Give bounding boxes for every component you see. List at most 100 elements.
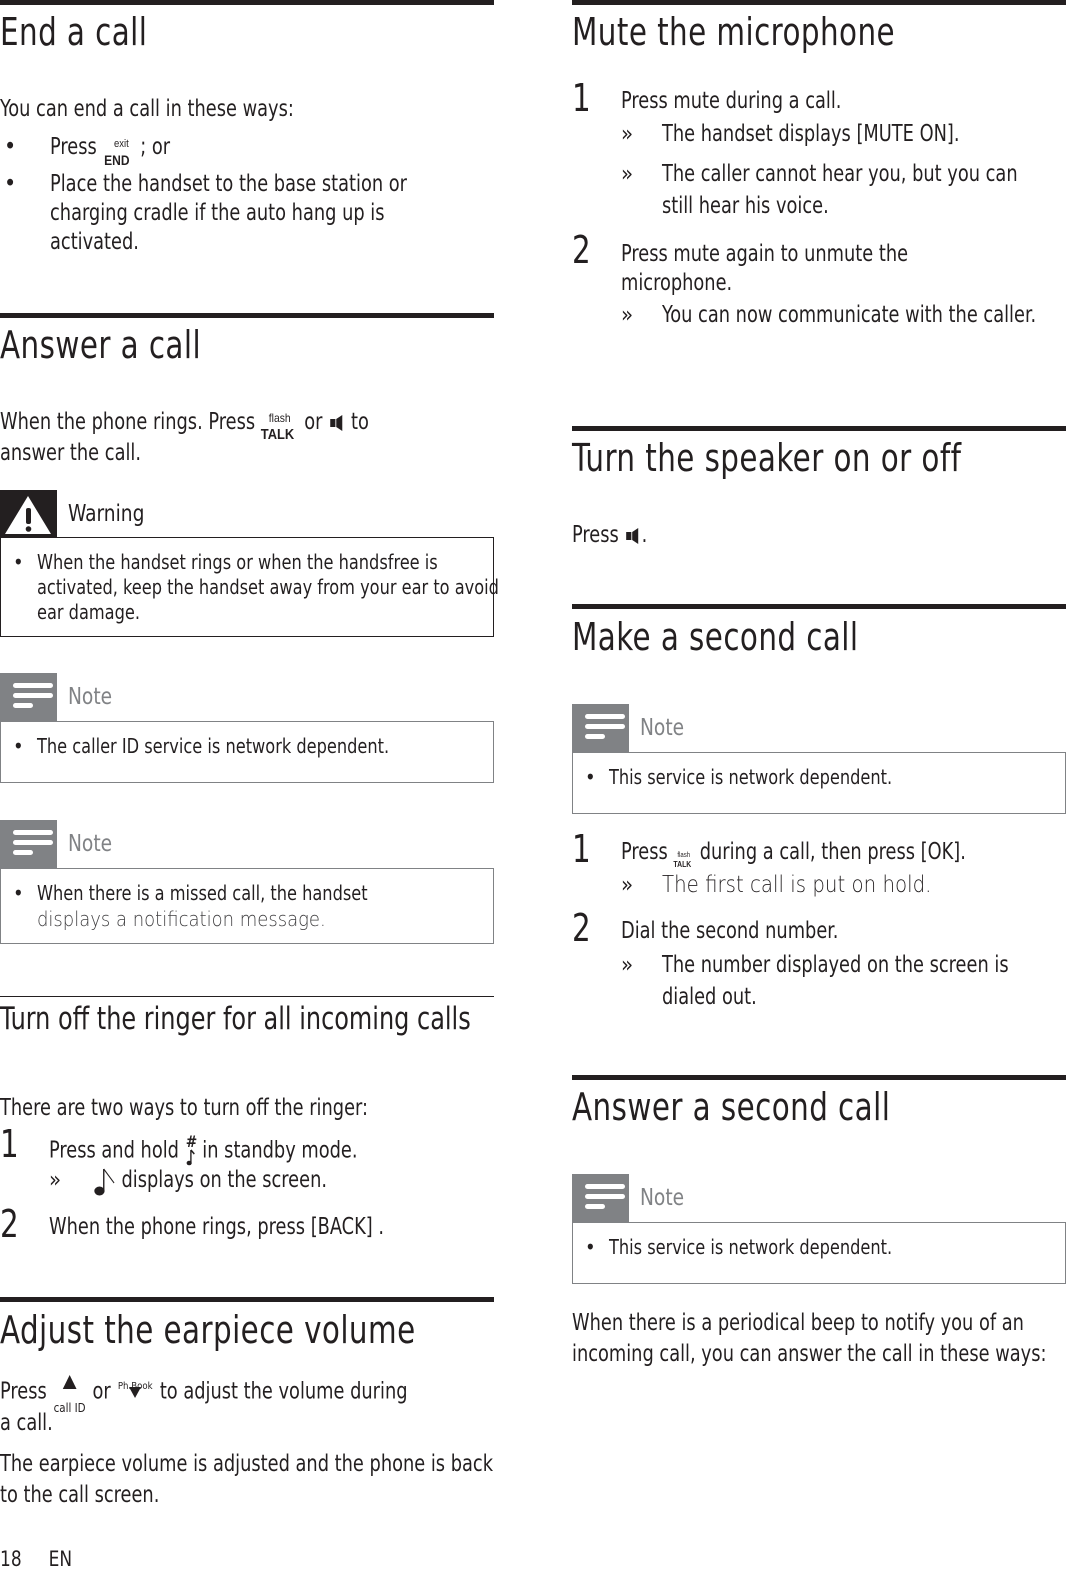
- section-title-speaker: Turn the speaker on or off: [572, 436, 962, 480]
- note-label: Note: [640, 1185, 685, 1211]
- result-marker: »: [621, 873, 634, 898]
- step-result: You can now communicate with the caller.: [662, 302, 1037, 328]
- svg-text:#: #: [185, 1134, 196, 1151]
- step-text: Dial the second number.: [621, 918, 839, 944]
- page-language: EN: [48, 1547, 73, 1571]
- bullet-dot: •: [13, 881, 24, 905]
- step-result: The number displayed on the screen is di…: [662, 952, 1009, 1010]
- text: or: [304, 409, 323, 435]
- section-title-ringer-off: Turn off the ringer for all incoming cal…: [0, 1001, 471, 1037]
- answer-call-text-line2: answer the call.: [0, 440, 142, 466]
- text: Press: [0, 1378, 47, 1405]
- step-result: displays on the screen.: [90, 1164, 494, 1197]
- bullet-dot: •: [585, 1235, 596, 1259]
- section-rule: [572, 604, 1066, 609]
- step-text: Press flash TALK during a call, then pre…: [621, 838, 1068, 869]
- note-text: displays a notification message.: [37, 907, 326, 931]
- bullet-dot: •: [4, 134, 17, 160]
- note-label: Note: [640, 715, 685, 741]
- note-icon: [572, 1174, 629, 1222]
- speaker-icon: [626, 527, 639, 544]
- answer-call-text: When the phone rings. Press flash TALK o…: [0, 407, 495, 443]
- speaker-text: Press .: [572, 520, 1067, 551]
- warning-text: When the handset rings or when the hands…: [37, 550, 499, 624]
- earpiece-volume-text-line2: a call.: [0, 1410, 53, 1436]
- earpiece-volume-text: Press call ID or Ph.Book to adjust the v…: [0, 1375, 495, 1415]
- text: to: [351, 409, 369, 435]
- warning-triangle-icon: [0, 490, 57, 538]
- result-marker: »: [621, 122, 634, 147]
- note-icon: [0, 820, 57, 868]
- text: Press: [572, 522, 619, 548]
- note-label: Note: [68, 831, 113, 857]
- text: in standby mode.: [202, 1137, 358, 1164]
- page-number: 18: [0, 1547, 22, 1571]
- note-box: • The caller ID service is network depen…: [0, 721, 494, 783]
- note-box: • When there is a missed call, the hands…: [0, 868, 494, 944]
- note-text: The caller ID service is network depende…: [37, 734, 390, 758]
- step-number: 2: [0, 1202, 19, 1246]
- result-marker: »: [621, 303, 634, 328]
- text: Press and hold: [49, 1137, 179, 1164]
- result-marker: »: [621, 953, 634, 978]
- bullet-text: Press: [50, 134, 97, 160]
- note-text: When there is a missed call, the handset: [37, 881, 368, 905]
- text: during a call, then press [OK].: [699, 839, 966, 865]
- section-title-mute: Mute the microphone: [572, 10, 896, 54]
- page-footer: 18 EN: [0, 1546, 72, 1572]
- text: .: [641, 522, 648, 548]
- section-title-end-call: End a call: [0, 10, 148, 54]
- speaker-icon: [329, 414, 342, 431]
- text: to adjust the volume during: [159, 1378, 408, 1405]
- result-marker: »: [49, 1168, 62, 1193]
- step-text: When the phone rings, press [BACK] .: [49, 1214, 385, 1240]
- talk-key-icon: flash TALK: [260, 410, 295, 443]
- note-icon: [0, 673, 57, 721]
- volume-down-key-icon: Ph.Book: [116, 1376, 154, 1408]
- section-rule: [572, 1075, 1066, 1080]
- result-marker: »: [621, 162, 634, 187]
- section-rule: [0, 0, 494, 5]
- step-number: 2: [572, 228, 591, 272]
- ringer-off-intro: There are two ways to turn off the ringe…: [0, 1095, 368, 1121]
- bullet-text: Place the handset to the base station or…: [50, 171, 407, 255]
- talk-key-icon: flash TALK: [673, 851, 692, 869]
- note-box: • This service is network dependent.: [572, 752, 1066, 814]
- text: or: [92, 1378, 111, 1405]
- step-result: The handset displays [MUTE ON].: [662, 121, 960, 147]
- step-number: 2: [572, 906, 591, 950]
- step-text: Press and hold # in standby mode.: [49, 1132, 496, 1168]
- note-text: This service is network dependent.: [609, 1235, 893, 1259]
- bullet-dot: •: [13, 550, 24, 574]
- step-result: The caller cannot hear you, but you can …: [662, 161, 1018, 219]
- section-rule: [572, 0, 1066, 5]
- text: When the phone rings. Press: [0, 409, 256, 435]
- bullet-dot: •: [585, 765, 596, 789]
- step-result: The first call is put on hold.: [662, 872, 932, 898]
- text: displays on the screen.: [121, 1167, 328, 1193]
- section-rule: [0, 313, 494, 318]
- section-rule: [0, 1297, 494, 1302]
- answer-second-call-text: When there is a periodical beep to notif…: [572, 1310, 1047, 1367]
- warning-label: Warning: [68, 501, 145, 527]
- warning-box: • When the handset rings or when the han…: [0, 537, 499, 637]
- note-text: This service is network dependent.: [609, 765, 893, 789]
- step-number: 1: [572, 827, 591, 871]
- section-title-second-call: Make a second call: [572, 615, 859, 659]
- text: Press: [621, 839, 668, 865]
- note-icon: [572, 704, 629, 752]
- ringer-off-icon: [94, 1168, 115, 1195]
- step-number: 1: [572, 76, 591, 120]
- bullet-dot: •: [13, 734, 24, 758]
- step-text: Press mute during a call.: [621, 88, 842, 114]
- bullet-text: ; or: [140, 134, 171, 160]
- bullet-dot: •: [4, 171, 17, 197]
- end-key-icon: exit END: [104, 137, 130, 168]
- end-call-intro: You can end a call in these ways:: [0, 96, 294, 122]
- step-number: 1: [0, 1122, 19, 1166]
- volume-up-key-icon: call ID: [52, 1375, 86, 1415]
- section-title-earpiece-volume: Adjust the earpiece volume: [0, 1308, 416, 1352]
- section-title-answer-second-call: Answer a second call: [572, 1085, 891, 1129]
- note-label: Note: [68, 684, 113, 710]
- step-text: Press mute again to unmute the microphon…: [621, 241, 909, 296]
